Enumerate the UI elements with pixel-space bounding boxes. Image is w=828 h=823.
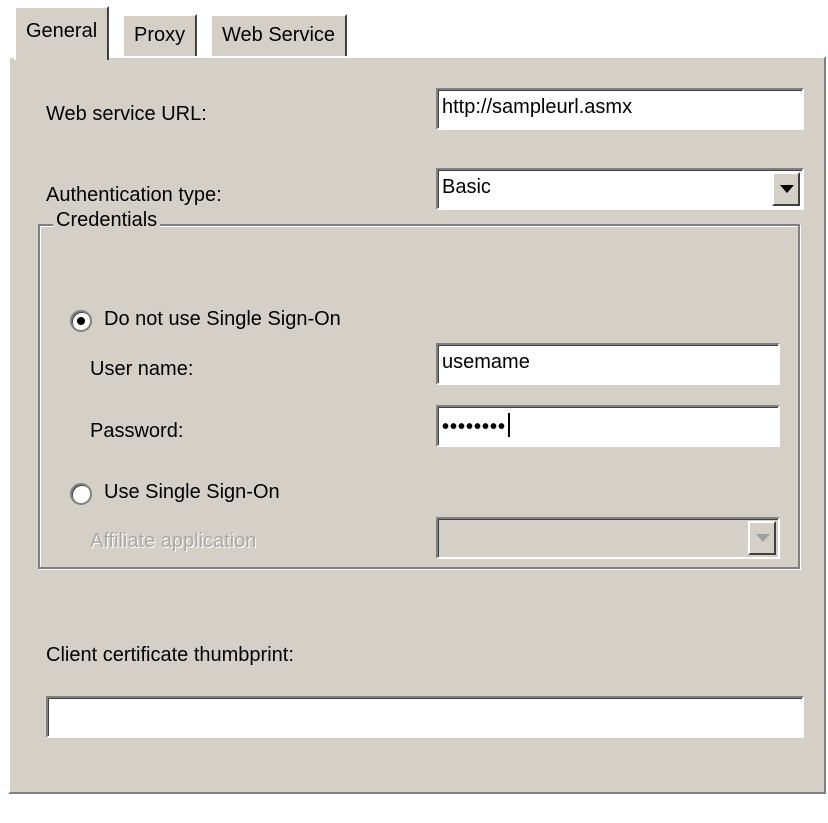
radio-selected-icon [77, 317, 85, 325]
affiliate-application-select [436, 517, 780, 559]
password-input[interactable]: •••••••• [436, 405, 780, 447]
radio-use-single-sign-on-label[interactable]: Use Single Sign-On [104, 481, 280, 504]
tab-general-label: General [26, 20, 98, 42]
user-name-label: User name: [90, 358, 194, 380]
authentication-type-label: Authentication type: [46, 184, 222, 206]
radio-no-single-sign-on[interactable] [70, 310, 92, 332]
radio-no-single-sign-on-label[interactable]: Do not use Single Sign-On [104, 308, 341, 331]
authentication-type-select[interactable]: Basic [436, 168, 804, 210]
affiliate-application-label: Affiliate application [90, 530, 257, 552]
user-name-input[interactable]: usemame [436, 343, 780, 385]
client-certificate-thumbprint-label: Client certificate thumbprint: [46, 644, 294, 666]
tab-proxy-label: Proxy [134, 24, 186, 46]
web-service-url-input[interactable]: http://sampleurl.asmx [436, 88, 804, 130]
tab-web-service-label: Web Service [222, 24, 336, 46]
tab-web-service[interactable]: Web Service [210, 14, 348, 58]
authentication-type-dropdown-button[interactable] [772, 172, 800, 206]
radio-use-single-sign-on[interactable] [70, 483, 92, 505]
tab-general[interactable]: General [14, 6, 110, 60]
web-service-url-label: Web service URL: [46, 103, 207, 125]
credentials-legend: Credentials [53, 209, 161, 232]
tab-proxy[interactable]: Proxy [122, 14, 198, 58]
authentication-type-value: Basic [442, 176, 491, 198]
affiliate-application-dropdown-button [748, 521, 776, 555]
client-certificate-thumbprint-input[interactable] [46, 696, 804, 738]
chevron-down-icon [780, 185, 794, 193]
text-caret [508, 413, 511, 437]
password-masked-value: •••••••• [442, 416, 507, 438]
chevron-down-icon [756, 534, 770, 542]
password-label: Password: [90, 420, 184, 442]
